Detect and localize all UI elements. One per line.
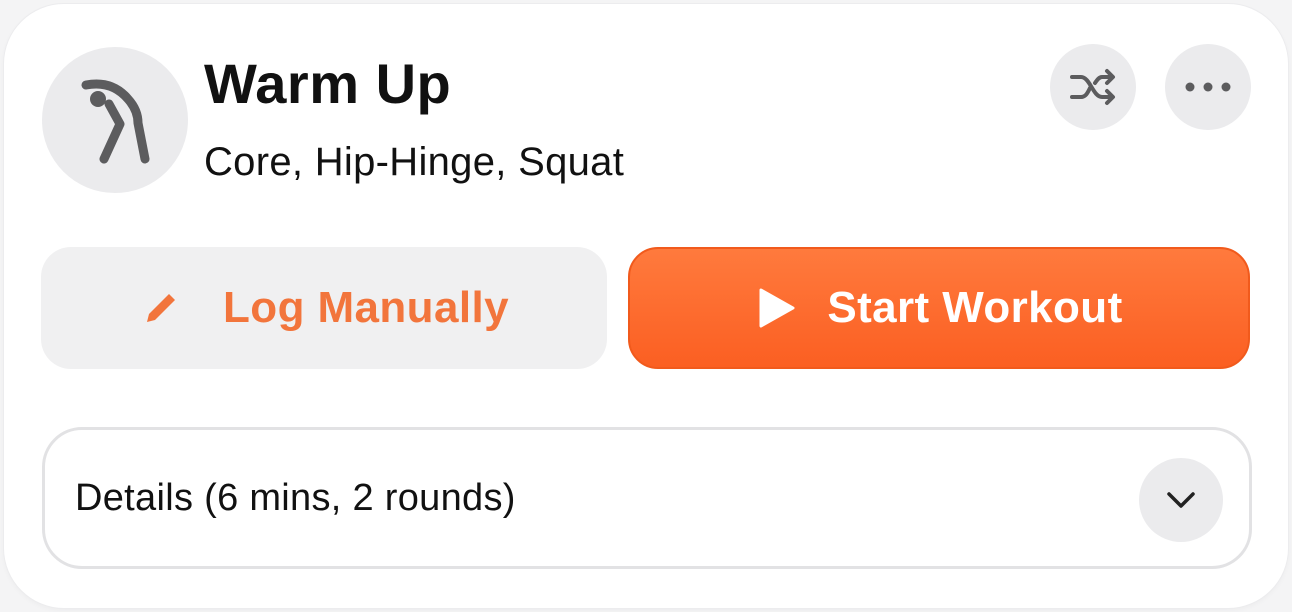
chevron-down-icon xyxy=(1167,492,1195,508)
workout-avatar xyxy=(42,47,188,193)
workout-card: Warm Up Core, Hip-Hinge, Squat Log Manua… xyxy=(4,4,1288,608)
details-expander[interactable]: Details (6 mins, 2 rounds) xyxy=(42,427,1252,569)
start-workout-label: Start Workout xyxy=(827,283,1123,332)
play-icon xyxy=(755,286,797,330)
pencil-icon xyxy=(139,286,183,330)
log-manually-label: Log Manually xyxy=(223,283,509,332)
more-horizontal-icon xyxy=(1185,82,1231,92)
workout-focus-areas: Core, Hip-Hinge, Squat xyxy=(204,140,625,184)
workout-title: Warm Up xyxy=(204,52,452,115)
details-summary: Details (6 mins, 2 rounds) xyxy=(75,477,516,519)
more-options-button[interactable] xyxy=(1165,44,1251,130)
shuffle-icon xyxy=(1070,69,1115,105)
expand-details-button[interactable] xyxy=(1139,458,1223,542)
stretching-figure-icon xyxy=(81,79,150,164)
start-workout-button[interactable]: Start Workout xyxy=(628,247,1250,369)
log-manually-button[interactable]: Log Manually xyxy=(41,247,607,369)
shuffle-button[interactable] xyxy=(1050,44,1136,130)
